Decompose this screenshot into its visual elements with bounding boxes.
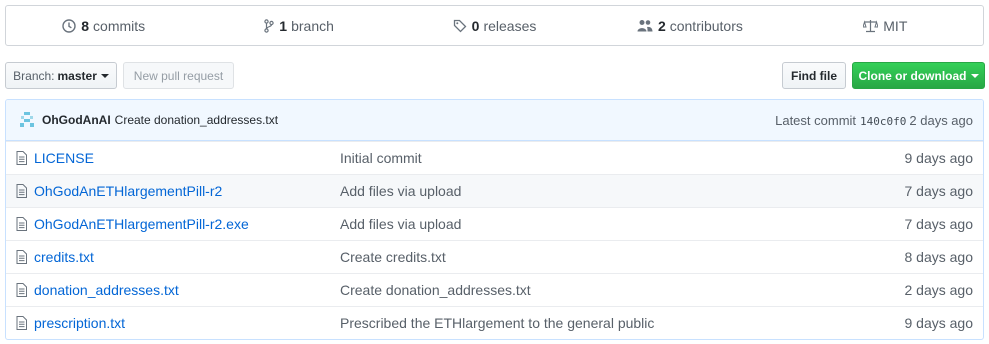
file-text-icon: [16, 184, 30, 198]
repo-summary-bar: 8 commits 1 branch 0 releases 2 contribu…: [5, 5, 984, 46]
clone-label: Clone or download: [858, 68, 967, 83]
branches-label: branch: [291, 17, 334, 34]
file-name-link[interactable]: credits.txt: [34, 249, 340, 265]
file-row: credits.txt Create credits.txt 8 days ag…: [6, 240, 983, 273]
file-name-link[interactable]: OhGodAnETHlargementPill-r2: [34, 183, 340, 199]
file-row: prescription.txt Prescribed the ETHlarge…: [6, 306, 983, 339]
file-row: LICENSE Initial commit 9 days ago: [6, 141, 983, 174]
file-commit-message[interactable]: Add files via upload: [340, 183, 905, 199]
file-commit-message[interactable]: Initial commit: [340, 150, 905, 166]
file-text-icon: [16, 217, 30, 231]
tag-icon: [453, 19, 467, 32]
file-text-icon: [16, 250, 30, 264]
file-commit-message[interactable]: Create credits.txt: [340, 249, 905, 265]
file-age: 2 days ago: [904, 282, 974, 298]
file-row: OhGodAnETHlargementPill-r2 Add files via…: [6, 174, 983, 207]
branch-select-button[interactable]: Branch: master: [5, 62, 117, 89]
contributors-label: contributors: [669, 17, 743, 34]
file-age: 9 days ago: [904, 150, 974, 166]
find-file-button[interactable]: Find file: [782, 62, 846, 89]
file-row: donation_addresses.txt Create donation_a…: [6, 273, 983, 306]
file-age: 7 days ago: [904, 216, 974, 232]
git-branch-icon: [264, 18, 274, 33]
releases-link[interactable]: 0 releases: [397, 6, 592, 45]
commit-message[interactable]: Create donation_addresses.txt: [115, 113, 278, 127]
releases-count: 0: [471, 17, 480, 34]
commits-count: 8: [81, 17, 90, 34]
file-text-icon: [16, 316, 30, 330]
clone-or-download-button[interactable]: Clone or download: [852, 62, 985, 89]
license-label: MIT: [883, 17, 908, 34]
commit-author[interactable]: OhGodAnAI: [42, 113, 111, 127]
contributors-count: 2: [657, 17, 666, 34]
file-commit-message[interactable]: Prescribed the ETHlargement to the gener…: [340, 315, 905, 331]
branches-link[interactable]: 1 branch: [201, 6, 396, 45]
releases-label: releases: [483, 17, 537, 34]
file-age: 9 days ago: [904, 315, 974, 331]
file-commit-message[interactable]: Create donation_addresses.txt: [340, 282, 905, 298]
file-name-link[interactable]: LICENSE: [34, 150, 340, 166]
commits-link[interactable]: 8 commits: [6, 6, 201, 45]
file-age: 7 days ago: [904, 183, 974, 199]
commits-label: commits: [93, 17, 146, 34]
caret-down-icon: [100, 73, 109, 78]
latest-commit-info: Latest commit 140c0f0 2 days ago: [775, 113, 973, 128]
file-text-icon: [16, 283, 30, 297]
branches-count: 1: [279, 17, 288, 34]
file-age: 8 days ago: [904, 249, 974, 265]
law-icon: [863, 19, 879, 32]
caret-down-icon: [970, 73, 979, 78]
latest-commit-bar: OhGodAnAI Create donation_addresses.txt …: [6, 100, 983, 141]
people-icon: [637, 20, 653, 32]
avatar[interactable]: [20, 112, 34, 128]
license-link[interactable]: MIT: [788, 6, 983, 45]
branch-key: Branch:: [13, 68, 55, 83]
branch-value: master: [57, 68, 97, 83]
file-row: OhGodAnETHlargementPill-r2.exe Add files…: [6, 207, 983, 240]
history-icon: [62, 18, 76, 33]
commit-age: 2 days ago: [909, 112, 973, 128]
file-list: OhGodAnAI Create donation_addresses.txt …: [5, 99, 984, 340]
file-text-icon: [16, 151, 30, 165]
file-name-link[interactable]: prescription.txt: [34, 315, 340, 331]
file-name-link[interactable]: donation_addresses.txt: [34, 282, 340, 298]
file-name-link[interactable]: OhGodAnETHlargementPill-r2.exe: [34, 216, 340, 232]
latest-commit-prefix: Latest commit: [775, 112, 857, 128]
file-commit-message[interactable]: Add files via upload: [340, 216, 905, 232]
commit-sha[interactable]: 140c0f0: [860, 115, 906, 128]
contributors-link[interactable]: 2 contributors: [592, 6, 787, 45]
new-pull-request-button[interactable]: New pull request: [123, 62, 234, 89]
